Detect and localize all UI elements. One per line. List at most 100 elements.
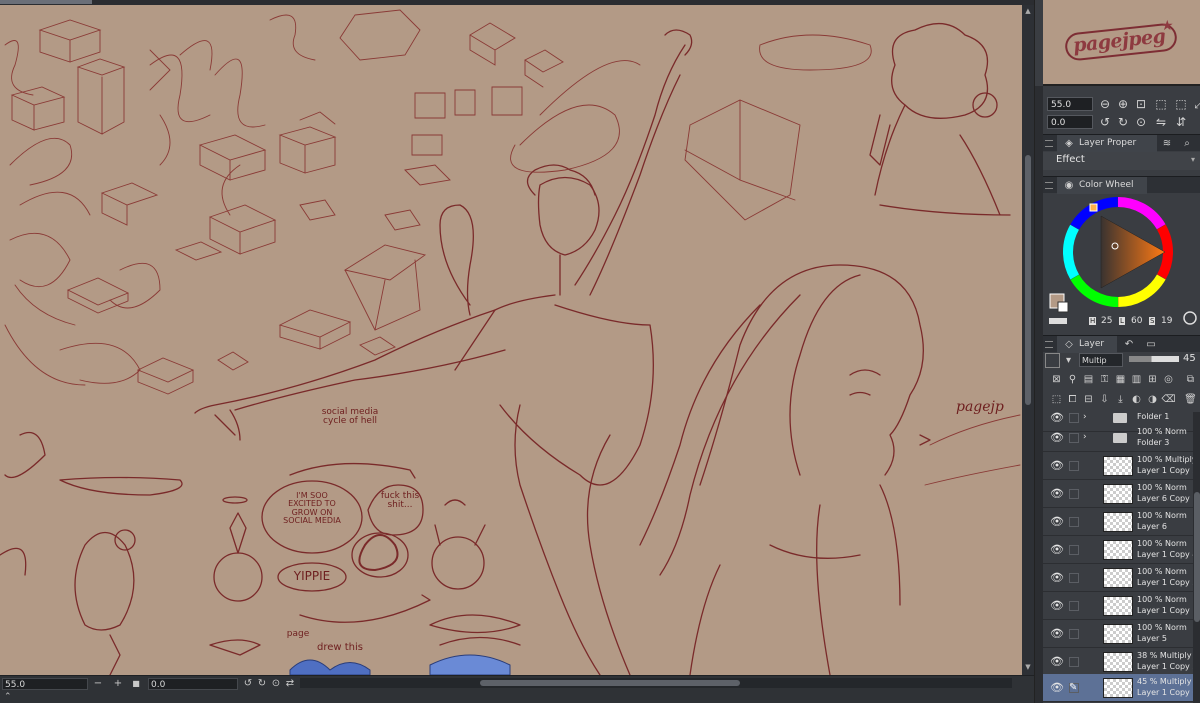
eye-icon[interactable]: 👁	[1050, 656, 1064, 667]
fit-screen-icon[interactable]: ■	[130, 678, 142, 690]
opacity-value[interactable]: 45	[1183, 353, 1196, 364]
hue-marker[interactable]	[1089, 203, 1098, 212]
layer-scroll-thumb[interactable]	[1194, 492, 1200, 622]
stacked-icon[interactable]: ⧉	[1183, 372, 1198, 387]
reset-rotation-icon[interactable]: ⊙	[1133, 114, 1149, 130]
v-value[interactable]: 19	[1161, 316, 1172, 326]
chevron-right-icon[interactable]: ›	[1083, 412, 1087, 422]
canvas-vertical-scrollbar[interactable]: ▲ ▼	[1022, 5, 1034, 675]
layer-color-box[interactable]	[1045, 353, 1060, 368]
eye-icon[interactable]: 👁	[1050, 460, 1064, 471]
zoom-out-icon[interactable]: −	[92, 678, 104, 690]
effect-header[interactable]: Effect ▾	[1043, 152, 1200, 170]
h-value[interactable]: 25	[1101, 316, 1112, 326]
zoom-out-icon[interactable]: ⊖	[1097, 96, 1113, 112]
layer-row[interactable]: 👁 38 % Multiply Layer 1 Copy 3	[1043, 648, 1197, 676]
flip-vertical-icon[interactable]: ⇵	[1173, 114, 1189, 130]
scroll-down-icon[interactable]: ▼	[1024, 663, 1032, 671]
drawing-canvas[interactable]: social media cycle of hell I'M SOO EXCITED…	[0, 5, 1022, 675]
lock-transparency-icon[interactable]: ▦	[1113, 372, 1128, 387]
panel-grip-icon[interactable]	[1045, 341, 1053, 348]
horizontal-scroll-thumb[interactable]	[480, 680, 740, 686]
fit-window-icon[interactable]: ⬚	[1153, 96, 1169, 112]
zoom-field[interactable]: 55.0	[2, 678, 88, 690]
zoom-in-icon[interactable]: ⊕	[1115, 96, 1131, 112]
layer-lock-toggle[interactable]	[1069, 573, 1079, 583]
eye-icon[interactable]: 👁	[1050, 600, 1064, 611]
navigator-zoom-field[interactable]: 55.0	[1047, 97, 1093, 111]
panel-grip-icon[interactable]	[1045, 182, 1053, 189]
new-raster-layer-icon[interactable]: ⬚	[1049, 392, 1064, 407]
new-vector-layer-icon[interactable]: ⧠	[1065, 392, 1080, 407]
sub-color-swatch[interactable]	[1057, 301, 1069, 313]
layer-lock-toggle[interactable]	[1069, 657, 1079, 667]
fit-navigator-icon[interactable]: ⬚	[1173, 96, 1189, 112]
flip-horizontal-icon[interactable]: ⇄	[284, 678, 296, 690]
opacity-slider[interactable]	[1129, 356, 1179, 362]
chevron-down-icon[interactable]: ▾	[1061, 353, 1076, 368]
reference-layer-icon[interactable]: ⚲	[1065, 372, 1080, 387]
layer-list-scrollbar[interactable]	[1193, 412, 1200, 703]
canvas-horizontal-scrollbar[interactable]	[300, 678, 1012, 688]
navigator-preview[interactable]: pagejpeg ★	[1043, 0, 1200, 86]
blend-mode-select[interactable]: Multip	[1079, 353, 1123, 367]
eye-icon[interactable]: 👁	[1050, 544, 1064, 555]
eye-icon[interactable]: 👁	[1050, 488, 1064, 499]
flip-horizontal-icon[interactable]: ⇋	[1153, 114, 1169, 130]
apply-mask-icon[interactable]: ◑	[1145, 392, 1160, 407]
layer-lock-toggle[interactable]	[1069, 601, 1079, 611]
clip-layer-icon[interactable]: ⊠	[1049, 372, 1064, 387]
color-wheel[interactable]	[1043, 194, 1200, 334]
reset-rotation-icon[interactable]: ⊙	[270, 678, 282, 690]
rotate-left-icon[interactable]: ↺	[1097, 114, 1113, 130]
tab-layer-property[interactable]: ◈ Layer Proper	[1057, 135, 1157, 152]
eye-icon[interactable]: 👁	[1050, 682, 1064, 693]
layer-row[interactable]: 👁 100 % Norm Layer 1 Copy 2	[1043, 564, 1197, 592]
trash-icon[interactable]: 🗑	[1183, 392, 1198, 407]
layer-lock-toggle[interactable]	[1069, 433, 1079, 443]
layer-row[interactable]: 👁 100 % Norm Layer 6	[1043, 508, 1193, 536]
ruler-enable-icon[interactable]: ⊞	[1145, 372, 1160, 387]
top-strip-thumb[interactable]	[0, 0, 92, 4]
eye-icon[interactable]: 👁	[1050, 412, 1064, 423]
layer-lock-toggle[interactable]	[1069, 629, 1079, 639]
rotate-right-icon[interactable]: ↻	[256, 678, 268, 690]
layer-folder-row[interactable]: 👁 › 100 % Norm Folder 3	[1043, 424, 1193, 452]
delete-layer-icon[interactable]: ⌫	[1161, 392, 1176, 407]
rotate-left-icon[interactable]: ↺	[242, 678, 254, 690]
tab-color-wheel[interactable]: ◉ Color Wheel	[1057, 177, 1147, 194]
navigator-angle-field[interactable]: 0.0	[1047, 115, 1093, 129]
eye-icon[interactable]: 👁	[1050, 628, 1064, 639]
rotate-right-icon[interactable]: ↻	[1115, 114, 1131, 130]
eye-icon[interactable]: 👁	[1050, 572, 1064, 583]
layer-lock-toggle[interactable]	[1069, 413, 1079, 423]
mask-enable-icon[interactable]: ▥	[1129, 372, 1144, 387]
layer-row[interactable]: 👁 100 % Norm Layer 1 Copy	[1043, 592, 1193, 620]
stack-icon[interactable]: ≋	[1159, 135, 1175, 152]
fullscreen-icon[interactable]: ⤢	[1191, 96, 1200, 112]
scroll-up-icon[interactable]: ▲	[1024, 7, 1032, 15]
lock-layer-icon[interactable]: ⚿	[1097, 372, 1112, 387]
vertical-scroll-thumb[interactable]	[1025, 155, 1031, 405]
layer-row[interactable]: 👁 45 % Multiply Layer 1 Copy 6 ✎	[1043, 674, 1197, 702]
layer-row[interactable]: 👁 100 % Multiply Layer 1 Copy 5	[1043, 452, 1197, 480]
layer-lock-toggle[interactable]	[1069, 545, 1079, 555]
expand-collapse-icon[interactable]: ⌃	[4, 692, 12, 702]
layer-row[interactable]: 👁 100 % Norm Layer 6 Copy	[1043, 480, 1193, 508]
combine-down-icon[interactable]: ⤓	[1113, 392, 1128, 407]
actual-size-icon[interactable]: ⊡	[1133, 96, 1149, 112]
layer-color-icon[interactable]: ◎	[1161, 372, 1176, 387]
zoom-in-icon[interactable]: +	[112, 678, 124, 690]
transfer-down-icon[interactable]: ⇩	[1097, 392, 1112, 407]
s-value[interactable]: 60	[1131, 316, 1142, 326]
draft-layer-icon[interactable]: ▤	[1081, 372, 1096, 387]
search-icon[interactable]: ⌕	[1179, 135, 1195, 152]
eye-icon[interactable]: 👁	[1050, 432, 1064, 443]
transparent-color-swatch[interactable]	[1049, 318, 1067, 324]
layer-lock-toggle[interactable]	[1069, 517, 1079, 527]
rotation-field[interactable]: 0.0	[148, 678, 238, 690]
layer-lock-toggle[interactable]	[1069, 489, 1079, 499]
panel-grip-icon[interactable]	[1045, 140, 1053, 147]
chevron-right-icon[interactable]: ›	[1083, 432, 1087, 442]
new-folder-icon[interactable]: ⊟	[1081, 392, 1096, 407]
